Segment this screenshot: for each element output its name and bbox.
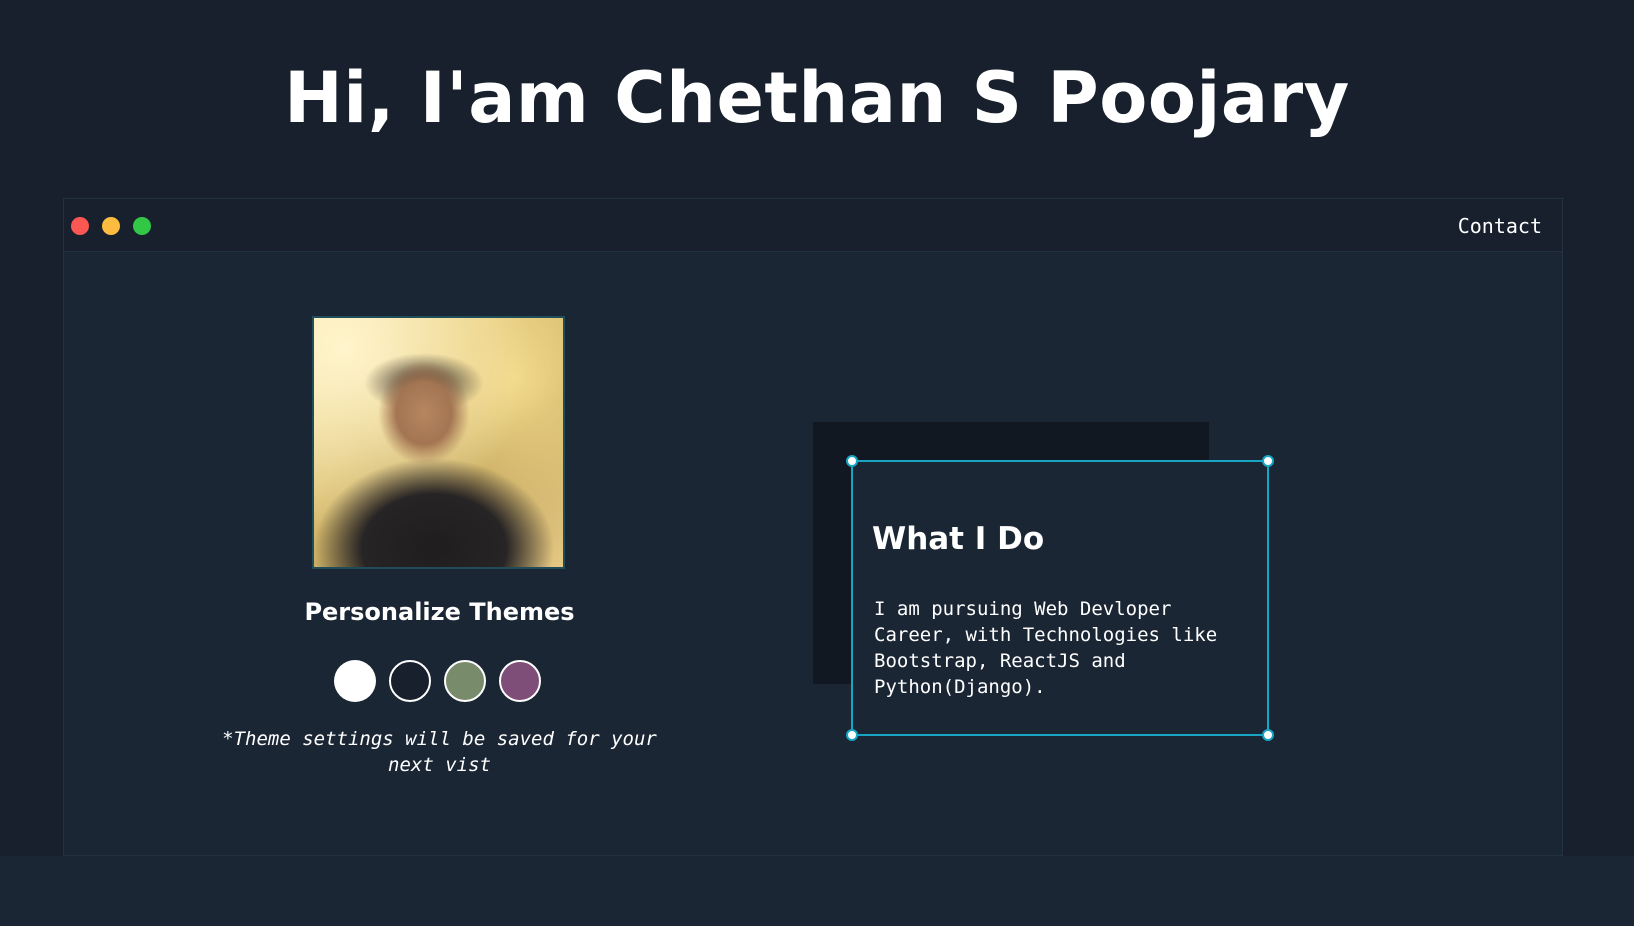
resize-handle-top-left[interactable] xyxy=(846,455,858,467)
page-footer-background xyxy=(0,856,1634,926)
theme-swatch-purple[interactable] xyxy=(499,660,541,702)
personalize-themes-heading: Personalize Themes xyxy=(304,598,575,626)
app-window: Contact Personalize Themes *Theme settin… xyxy=(63,198,1563,856)
profile-photo xyxy=(312,316,565,569)
resize-handle-top-right[interactable] xyxy=(1262,455,1274,467)
resize-handle-bottom-left[interactable] xyxy=(846,729,858,741)
card-title: What I Do xyxy=(872,521,1045,557)
theme-swatch-light[interactable] xyxy=(334,660,376,702)
maximize-icon[interactable] xyxy=(133,217,151,235)
window-titlebar: Contact xyxy=(64,199,1562,252)
theme-swatch-dark[interactable] xyxy=(389,660,431,702)
resize-handle-bottom-right[interactable] xyxy=(1262,729,1274,741)
contact-link[interactable]: Contact xyxy=(1458,213,1542,239)
card-body: I am pursuing Web Devloper Career, with … xyxy=(874,598,1218,698)
minimize-icon[interactable] xyxy=(102,217,120,235)
theme-settings-note: *Theme settings will be saved for your n… xyxy=(222,728,657,776)
what-i-do-card: What I Do I am pursuing Web Devloper Car… xyxy=(846,455,1274,741)
close-icon[interactable] xyxy=(71,217,89,235)
page-title: Hi, I'am Chethan S Poojary xyxy=(284,57,1350,139)
theme-swatch-green[interactable] xyxy=(444,660,486,702)
